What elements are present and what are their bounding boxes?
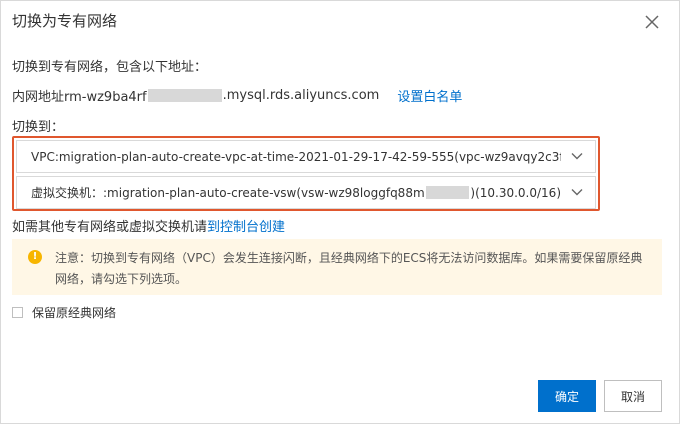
vsw-select-label: 虚拟交换机： xyxy=(31,186,104,200)
create-hint: 如需其他专有网络或虚拟交换机请到控制台创建 xyxy=(12,216,285,235)
dialog-title: 切换为专有网络 xyxy=(12,12,118,30)
close-icon[interactable] xyxy=(643,13,661,31)
keep-classic-label: 保留原经典网络 xyxy=(32,306,117,320)
dialog-subtitle: 切换到专有网络，包含以下地址： xyxy=(12,60,208,75)
notice-box: ! 注意：切换到专有网络（VPC）会发生连接闪断，且经典网络下的ECS将无法访问… xyxy=(12,239,662,295)
notice-text: 注意：切换到专有网络（VPC）会发生连接闪断，且经典网络下的ECS将无法访问数据… xyxy=(55,251,643,286)
address-suffix: .mysql.rds.aliyuncs.com xyxy=(222,88,380,103)
vsw-select-value-prefix: :migration-plan-auto-create-vsw(vsw-wz98… xyxy=(103,185,425,200)
cancel-button[interactable]: 取消 xyxy=(604,380,662,412)
masked-text xyxy=(425,186,470,199)
keep-classic-checkbox[interactable] xyxy=(12,307,23,318)
vpc-select[interactable]: VPC:migration-plan-auto-create-vpc-at-ti… xyxy=(16,140,596,173)
create-hint-text: 如需其他专有网络或虚拟交换机请 xyxy=(12,220,208,235)
chevron-down-icon xyxy=(571,189,583,196)
vpc-select-value: VPC:migration-plan-auto-create-vpc-at-ti… xyxy=(31,149,561,164)
masked-text xyxy=(147,89,222,102)
network-select-group: VPC:migration-plan-auto-create-vpc-at-ti… xyxy=(12,136,600,211)
whitelist-link[interactable]: 设置白名单 xyxy=(397,86,462,105)
address-prefix: 内网地址rm-wz9ba4rf xyxy=(12,90,147,105)
confirm-button[interactable]: 确定 xyxy=(538,380,596,412)
chevron-down-icon xyxy=(571,153,583,160)
vsw-select-value-suffix: )(10.30.0.0/16) xyxy=(470,185,561,200)
vsw-select[interactable]: 虚拟交换机： :migration-plan-auto-create-vsw(v… xyxy=(16,176,596,209)
console-create-link[interactable]: 到控制台创建 xyxy=(207,220,285,235)
address-row: 内网地址rm-wz9ba4rf .mysql.rds.aliyuncs.com … xyxy=(12,86,462,105)
switch-vpc-dialog: 切换为专有网络 切换到专有网络，包含以下地址： 内网地址rm-wz9ba4rf … xyxy=(0,0,680,424)
keep-classic-option[interactable]: 保留原经典网络 xyxy=(12,304,116,321)
warning-icon: ! xyxy=(28,250,42,264)
switch-to-label: 切换到： xyxy=(12,120,65,135)
